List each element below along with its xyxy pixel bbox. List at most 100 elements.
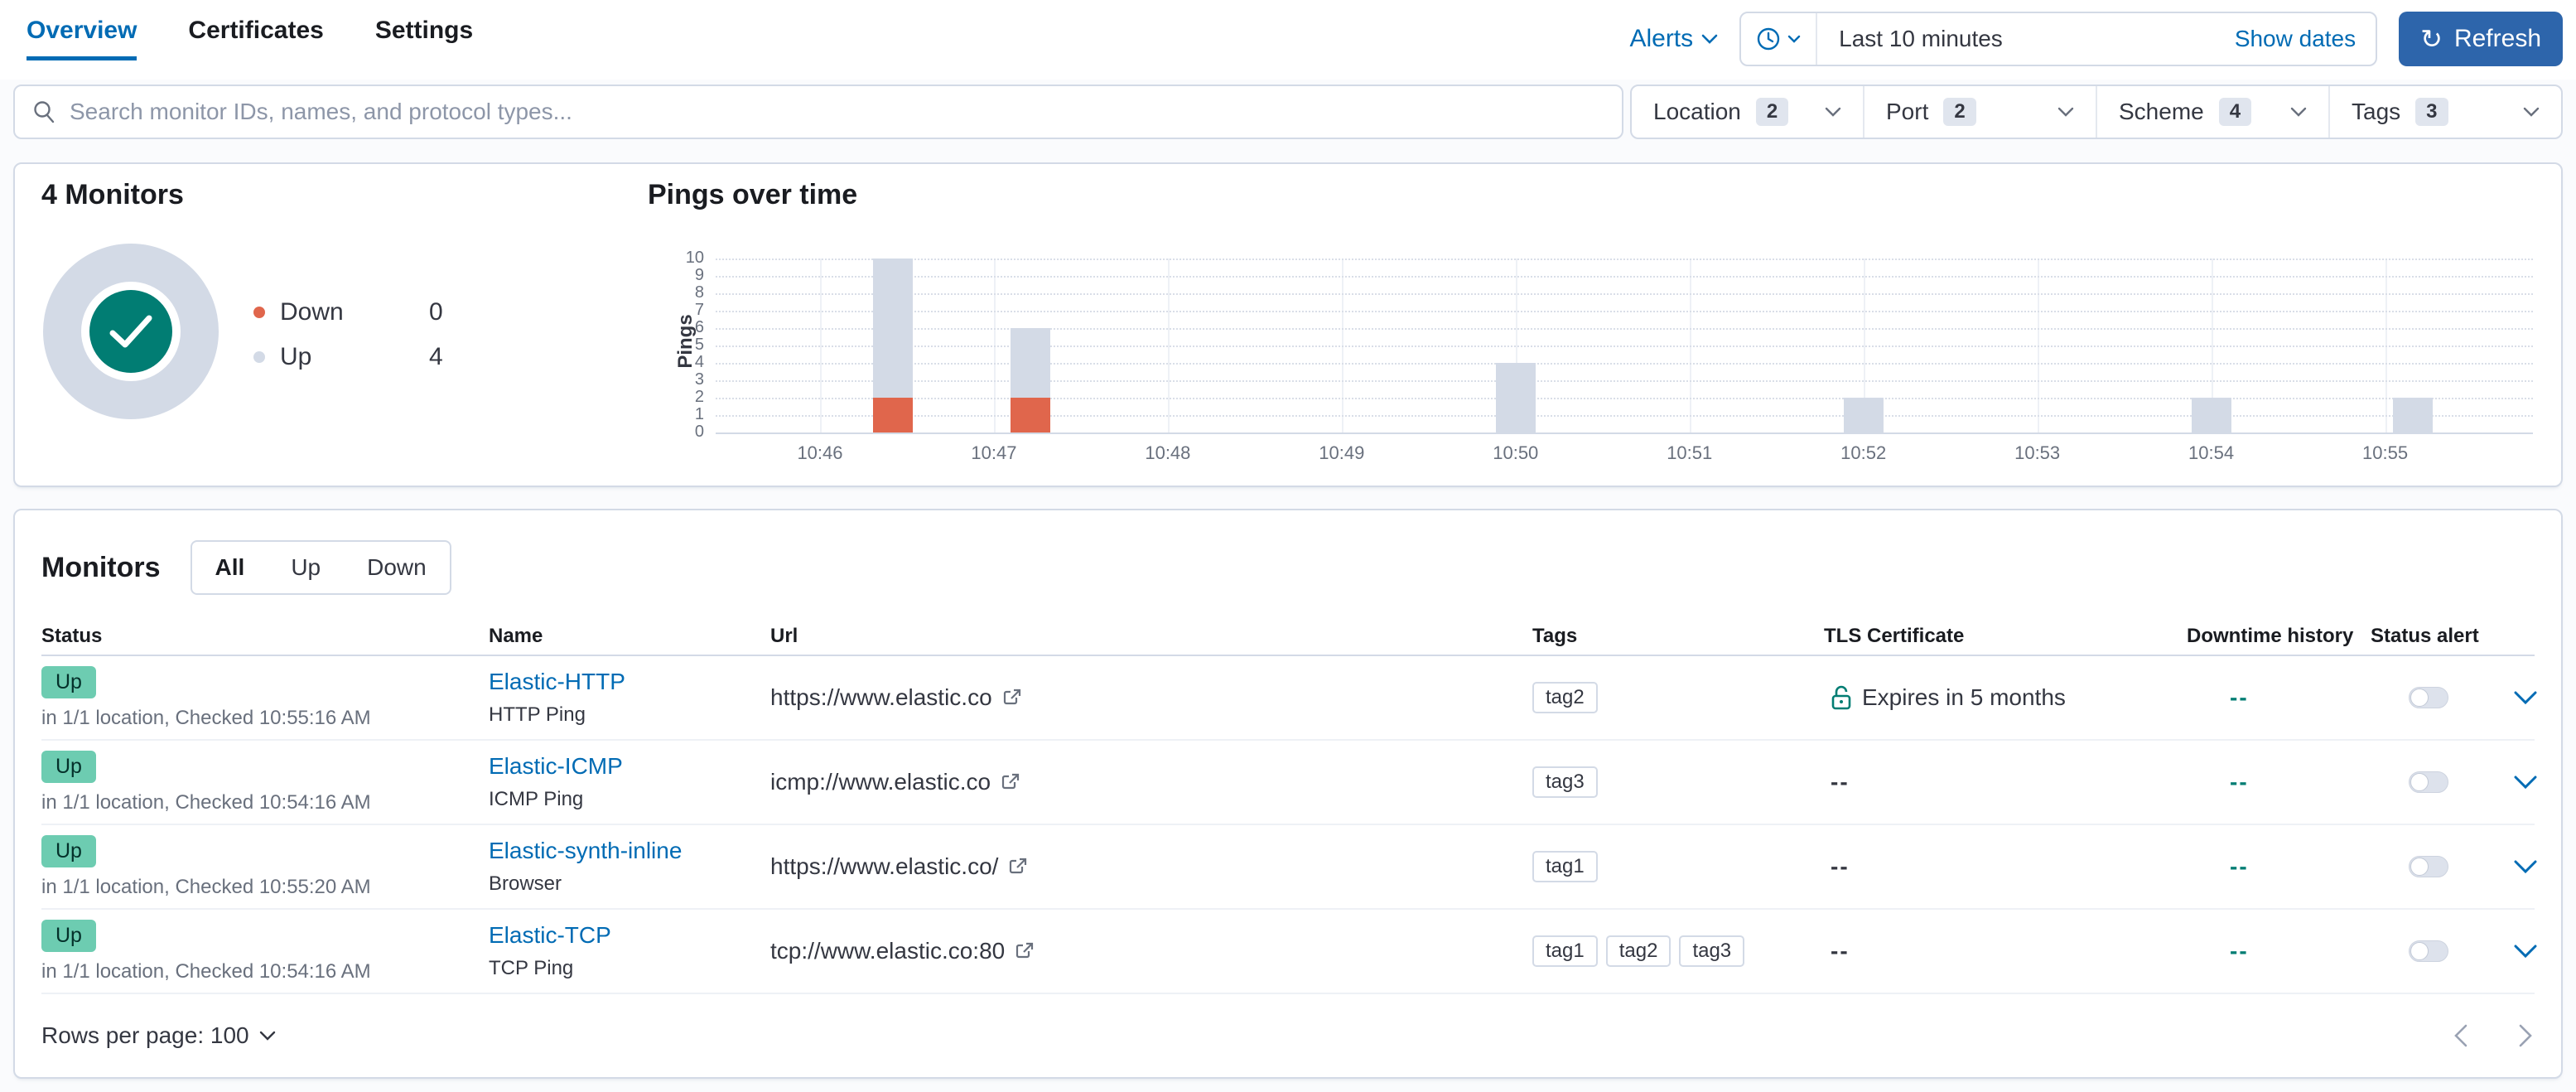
x-tick-label: 10:46	[797, 442, 843, 463]
monitor-name-link[interactable]: Elastic-synth-inline	[489, 838, 682, 864]
column-header-name: Name	[489, 625, 543, 647]
x-tick-label: 10:52	[1840, 442, 1887, 463]
filter-tags[interactable]: Tags 3	[2328, 86, 2561, 138]
tab-overview[interactable]: Overview	[27, 17, 137, 60]
downtime-history: --	[2230, 938, 2249, 964]
tab-certificates[interactable]: Certificates	[188, 17, 323, 60]
overview-panel: 4 Monitors Down 0 Up 4 Pings over time Ping…	[13, 162, 2563, 487]
downtime-history: --	[2230, 684, 2249, 710]
expand-row-chevron[interactable]	[2513, 944, 2538, 959]
column-header-status-alert: Status alert	[2371, 625, 2479, 647]
x-tick-label: 10:54	[2188, 442, 2235, 463]
y-tick-label: 9	[694, 266, 704, 284]
prev-page-button[interactable]	[2452, 1022, 2470, 1049]
status-badge: Up	[41, 665, 96, 698]
monitor-type: HTTP Ping	[489, 703, 586, 726]
y-tick-label: 4	[694, 353, 704, 371]
quick-select-menu[interactable]	[1741, 13, 1818, 65]
bar-up	[1011, 328, 1050, 398]
legend-label: Down	[280, 298, 344, 326]
next-page-button[interactable]	[2516, 1022, 2535, 1049]
tag-badge: tag1	[1532, 851, 1598, 882]
filter-label: Scheme	[2119, 99, 2204, 124]
x-tick-label: 10:53	[2014, 442, 2061, 463]
status-tab-up[interactable]: Up	[268, 542, 344, 593]
filter-scheme[interactable]: Scheme 4	[2096, 86, 2328, 138]
filter-count-badge: 2	[1943, 98, 1976, 126]
downtime-history: --	[2230, 769, 2249, 795]
monitor-name-link[interactable]: Elastic-TCP	[489, 922, 611, 949]
show-dates-link[interactable]: Show dates	[2235, 26, 2356, 52]
status-alert-toggle[interactable]	[2409, 940, 2448, 962]
y-tick-label: 2	[694, 388, 704, 406]
filter-label: Port	[1886, 99, 1929, 124]
monitor-url[interactable]: https://www.elastic.co/	[770, 853, 998, 880]
y-gridline	[716, 415, 2533, 417]
x-tick-label: 10:48	[1145, 442, 1191, 463]
filter-group: Location 2 Port 2 Scheme 4 Tags 3	[1630, 85, 2563, 139]
lock-icon	[1831, 685, 1851, 710]
expand-row-chevron[interactable]	[2513, 690, 2538, 705]
legend-dot	[253, 351, 265, 363]
chevron-down-icon	[1787, 35, 1801, 43]
app-tabs: Overview Certificates Settings	[27, 17, 473, 60]
status-badge: Up	[41, 750, 96, 783]
status-detail: in 1/1 location, Checked 10:55:16 AM	[41, 706, 371, 729]
search-box	[13, 85, 1623, 139]
y-gridline	[716, 398, 2533, 399]
legend-row-up: Up 4	[253, 335, 443, 379]
y-gridline	[716, 345, 2533, 347]
clock-icon	[1757, 27, 1780, 51]
status-alert-toggle[interactable]	[2409, 771, 2448, 793]
alerts-dropdown[interactable]: Alerts	[1629, 25, 1718, 53]
y-gridline	[716, 380, 2533, 382]
expand-row-chevron[interactable]	[2513, 859, 2538, 874]
toggle-knob	[2410, 689, 2429, 707]
bar-up	[1495, 363, 1536, 432]
filter-location[interactable]: Location 2	[1632, 86, 1863, 138]
monitor-name-link[interactable]: Elastic-HTTP	[489, 669, 625, 695]
filter-port[interactable]: Port 2	[1863, 86, 2096, 138]
tags-cell: tag1	[1532, 825, 1824, 908]
filter-count-badge: 2	[1755, 98, 1789, 126]
top-nav: Overview Certificates Settings Alerts Last…	[0, 0, 2576, 80]
y-tick-label: 7	[694, 301, 704, 319]
status-alert-toggle[interactable]	[2409, 856, 2448, 877]
monitor-name-link[interactable]: Elastic-ICMP	[489, 753, 623, 780]
status-detail: in 1/1 location, Checked 10:55:20 AM	[41, 875, 371, 898]
y-gridline	[716, 276, 2533, 278]
time-range-value[interactable]: Last 10 minutes	[1839, 26, 2003, 52]
expand-row-chevron[interactable]	[2513, 775, 2538, 790]
monitor-type: Browser	[489, 872, 562, 895]
chevron-down-icon	[1825, 107, 1841, 117]
chevron-down-icon	[2523, 107, 2540, 117]
column-header-status: Status	[41, 625, 103, 647]
status-tab-down[interactable]: Down	[344, 542, 450, 593]
refresh-button[interactable]: ↻ Refresh	[2399, 12, 2563, 66]
tls-status: --	[1831, 769, 1850, 795]
status-detail: in 1/1 location, Checked 10:54:16 AM	[41, 959, 371, 983]
status-badge: Up	[41, 919, 96, 952]
search-input[interactable]	[70, 99, 1605, 125]
monitor-url[interactable]: icmp://www.elastic.co	[770, 769, 991, 795]
monitors-table: Status Name Url Tags TLS Certificate Downtime…	[41, 618, 2538, 994]
status-alert-toggle[interactable]	[2409, 687, 2448, 708]
filter-label: Tags	[2352, 99, 2401, 124]
y-tick-label: 10	[685, 249, 704, 267]
bar-up	[2191, 398, 2231, 432]
tls-cell: Expires in 5 months	[1824, 656, 2187, 739]
tls-cell: --	[1824, 910, 2187, 993]
x-tick-label: 10:50	[1493, 442, 1539, 463]
y-tick-label: 6	[694, 318, 704, 336]
legend-value: 4	[429, 343, 443, 370]
tab-settings[interactable]: Settings	[375, 17, 473, 60]
x-tick-label: 10:51	[1667, 442, 1713, 463]
table-row: Up in 1/1 location, Checked 10:55:20 AM …	[41, 825, 2538, 910]
rows-per-page-button[interactable]: Rows per page: 100	[41, 1022, 276, 1049]
monitor-url[interactable]: https://www.elastic.co	[770, 684, 992, 711]
monitor-url[interactable]: tcp://www.elastic.co:80	[770, 938, 1005, 964]
tls-cell: --	[1824, 825, 2187, 908]
legend-label: Up	[280, 343, 312, 370]
status-tab-all[interactable]: All	[192, 542, 268, 593]
tag-badge: tag2	[1532, 682, 1598, 713]
